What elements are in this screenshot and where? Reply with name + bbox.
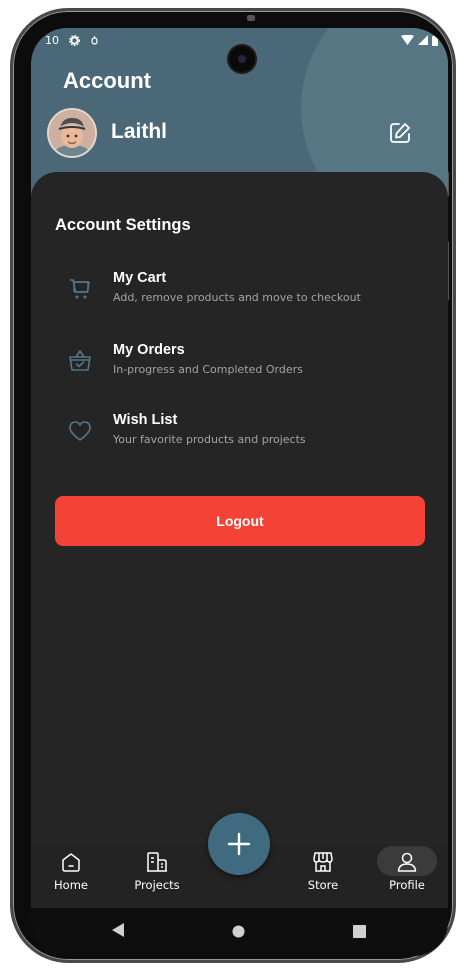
settings-item-subtitle: In-progress and Completed Orders	[113, 363, 303, 376]
heart-icon	[69, 421, 91, 441]
home-circle-icon[interactable]	[232, 925, 245, 938]
projects-icon	[147, 852, 167, 872]
username: Laithl	[111, 120, 167, 143]
app-screen: 10 Account Laithl Account Settings My Ca…	[31, 28, 448, 908]
phone-top-button	[247, 15, 255, 21]
wifi-icon	[401, 35, 414, 45]
plus-icon	[227, 832, 251, 856]
nav-label: Store	[307, 878, 339, 892]
settings-item-subtitle: Add, remove products and move to checkou…	[113, 291, 361, 304]
nav-label: Projects	[134, 878, 180, 892]
status-time: 10	[45, 33, 59, 47]
store-icon	[313, 852, 333, 872]
nav-item-home[interactable]: Home	[39, 846, 103, 904]
orders-icon	[69, 350, 91, 371]
settings-item-my-orders[interactable]: My Orders In-progress and Completed Orde…	[67, 342, 427, 388]
edit-icon	[390, 123, 410, 143]
back-icon[interactable]	[111, 922, 125, 938]
nav-item-store[interactable]: Store	[291, 846, 355, 904]
cart-icon	[70, 279, 90, 299]
nav-item-profile[interactable]: Profile	[375, 846, 439, 904]
notification-icon	[91, 35, 98, 45]
front-camera	[229, 46, 255, 72]
nav-item-projects[interactable]: Projects	[125, 846, 189, 904]
settings-item-title: Wish List	[113, 412, 178, 428]
signal-icon	[418, 35, 428, 45]
gear-icon	[69, 34, 80, 46]
add-fab-button[interactable]	[208, 813, 270, 875]
recents-icon[interactable]	[353, 925, 366, 938]
home-icon	[62, 853, 80, 872]
settings-item-title: My Orders	[113, 342, 185, 358]
logout-button[interactable]: Logout	[55, 496, 425, 546]
settings-item-title: My Cart	[113, 270, 167, 286]
page-title: Account	[63, 68, 151, 93]
settings-item-my-cart[interactable]: My Cart Add, remove products and move to…	[67, 270, 427, 316]
settings-sheet: Account Settings My Cart Add, remove pro…	[31, 172, 448, 908]
section-title: Account Settings	[55, 216, 191, 234]
avatar[interactable]	[47, 108, 97, 158]
system-nav-bar	[31, 908, 448, 956]
settings-item-subtitle: Your favorite products and projects	[113, 433, 306, 446]
nav-label: Home	[54, 878, 88, 892]
battery-icon	[432, 34, 438, 46]
nav-label: Profile	[389, 878, 425, 892]
settings-item-wish-list[interactable]: Wish List Your favorite products and pro…	[67, 412, 427, 458]
edit-profile-button[interactable]	[387, 120, 413, 146]
profile-icon	[397, 852, 417, 872]
